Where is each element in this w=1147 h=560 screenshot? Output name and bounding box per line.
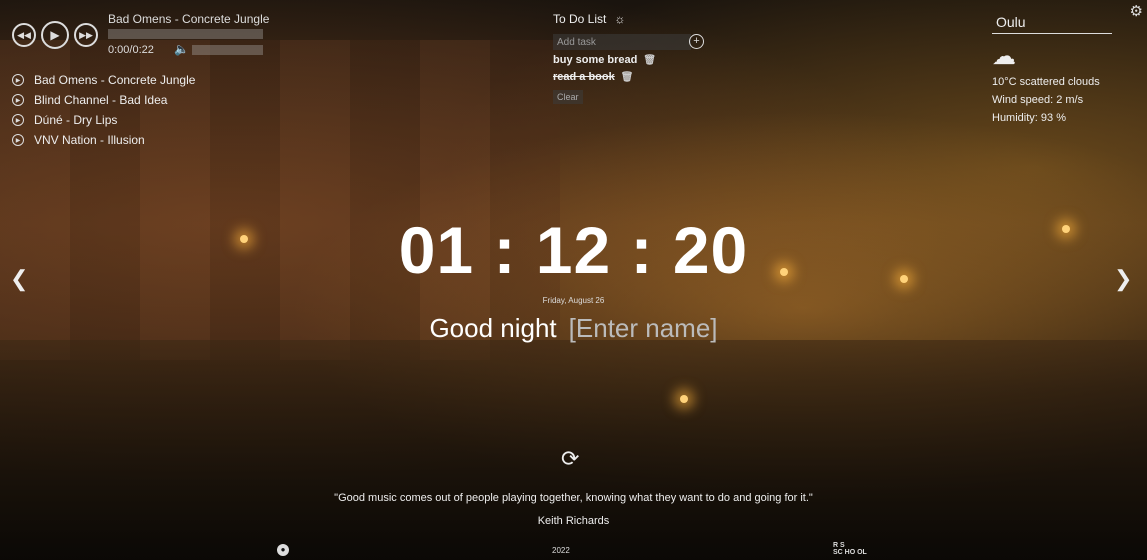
trash-icon[interactable]: 🗑	[643, 55, 656, 66]
track-time: 0:00/0:22	[108, 44, 154, 56]
add-task-button[interactable]: +	[689, 34, 704, 49]
fast-forward-icon: ▶▶	[79, 29, 93, 40]
weather-description: 10°C scattered clouds	[992, 76, 1100, 88]
speaker-icon[interactable]: 🔈	[174, 42, 189, 56]
github-icon[interactable]: ●	[277, 544, 289, 556]
track-title: Bad Omens - Concrete Jungle	[108, 12, 270, 26]
cloud-icon: ☁	[992, 43, 1016, 70]
gear-icon[interactable]: ⚙	[1130, 2, 1143, 20]
wind-speed: Wind speed: 2 m/s	[992, 94, 1084, 106]
clock-time: 01 : 12 : 20	[398, 213, 749, 287]
greeting: Good night [Enter name]	[0, 313, 1147, 344]
play-button[interactable]: ▶	[41, 21, 69, 49]
play-icon: ▶	[12, 74, 24, 86]
todo-item[interactable]: read a book 🗑	[553, 71, 633, 83]
todo-title: To Do List	[553, 12, 607, 26]
clock-date: Friday, August 26	[542, 296, 605, 305]
trash-icon[interactable]: 🗑	[621, 72, 634, 83]
progress-bar[interactable]	[108, 29, 263, 39]
todo-item[interactable]: buy some bread 🗑	[553, 54, 656, 66]
rewind-button[interactable]: ◀◀	[12, 23, 36, 47]
name-input[interactable]: [Enter name]	[569, 313, 718, 343]
todo-widget: To Do List ☼ + buy some bread 🗑 read a b…	[553, 12, 713, 104]
sun-icon[interactable]: ☼	[614, 12, 625, 26]
weather-widget: Oulu ☁ 10°C scattered clouds Wind speed:…	[992, 14, 1112, 124]
refresh-quote-icon[interactable]: ⟳	[561, 446, 579, 472]
play-icon: ▶	[12, 94, 24, 106]
plus-icon: +	[693, 35, 700, 47]
todo-add-input[interactable]	[553, 34, 691, 50]
quote-author: Keith Richards	[537, 515, 610, 527]
quote-text: "Good music comes out of people playing …	[334, 492, 813, 504]
chevron-left-icon[interactable]: ❮	[10, 266, 28, 292]
city-name[interactable]: Oulu	[992, 14, 1112, 34]
greeting-text: Good night	[429, 313, 557, 343]
playlist-item[interactable]: ▶ Blind Channel - Bad Idea	[12, 90, 195, 110]
chevron-right-icon[interactable]: ❯	[1114, 266, 1132, 292]
humidity: Humidity: 93 %	[992, 112, 1066, 124]
playlist-item[interactable]: ▶ Dúné - Dry Lips	[12, 110, 195, 130]
street-lamp	[680, 395, 688, 403]
rewind-icon: ◀◀	[17, 29, 31, 40]
play-icon: ▶	[12, 114, 24, 126]
playlist: ▶ Bad Omens - Concrete Jungle ▶ Blind Chan…	[12, 70, 195, 150]
fast-forward-button[interactable]: ▶▶	[74, 23, 98, 47]
playlist-item[interactable]: ▶ Bad Omens - Concrete Jungle	[12, 70, 195, 90]
clear-button[interactable]: Clear	[553, 90, 583, 104]
play-icon: ▶	[12, 134, 24, 146]
playlist-item[interactable]: ▶ VNV Nation - Illusion	[12, 130, 195, 150]
footer-year: 2022	[552, 546, 570, 555]
volume-slider[interactable]	[192, 45, 263, 55]
rs-school-logo[interactable]: R S SC HO OL	[833, 542, 867, 556]
play-icon: ▶	[50, 28, 60, 42]
